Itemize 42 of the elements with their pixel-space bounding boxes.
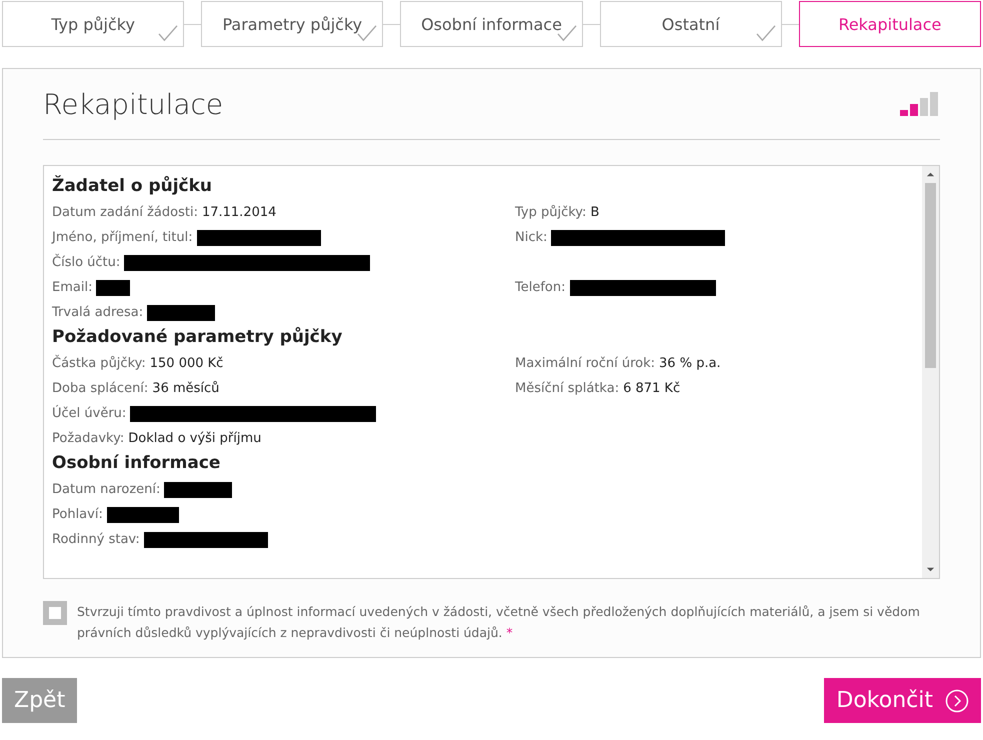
field-label: Doba splácení:	[52, 381, 148, 396]
field-label: Nick:	[515, 230, 548, 245]
step-tab[interactable]: Ostatní	[600, 1, 782, 47]
confirm-text: Stvrzuji tímto pravdivost a úplnost informací uvedených v žádosti, včetně všech předložených doplňujících materiálů, a jsem si vědom právních důsledků vyplývajících z nepravdivosti či neúplnosti údajů. *	[77, 603, 921, 642]
scroll-down-icon[interactable]	[926, 565, 935, 574]
field-label: Email:	[52, 280, 92, 295]
field-label: Rodinný stav:	[52, 532, 140, 547]
field-value: 6 871 Kč	[623, 381, 680, 396]
field-value: 36 % p.a.	[659, 356, 721, 371]
field-label: Číslo účtu:	[52, 255, 120, 270]
field-label: Požadavky:	[52, 431, 124, 446]
field-label: Trvalá adresa:	[52, 305, 144, 320]
field-value: B	[590, 205, 600, 220]
step-tab[interactable]: Rekapitulace	[798, 1, 982, 47]
field-label: Částka půjčky:	[52, 356, 146, 371]
arrow-circle-icon	[945, 688, 969, 712]
section-heading: Osobní informace	[52, 453, 222, 473]
field-label: Datum narození:	[52, 482, 160, 497]
step-tab[interactable]: Parametry půjčky	[201, 1, 384, 47]
field-label: Jméno, příjmení, titul:	[52, 230, 193, 245]
field-value: 17.11.2014	[202, 205, 276, 220]
field-label: Typ půjčky:	[515, 205, 586, 220]
step-tab[interactable]: Typ půjčky	[2, 1, 184, 47]
scroll-up-icon[interactable]	[926, 170, 935, 179]
field-value: Doklad o výši příjmu	[128, 431, 262, 446]
scrollbar[interactable]	[922, 166, 939, 578]
field-label: Účel úvěru:	[52, 406, 126, 421]
field-label: Telefon:	[515, 280, 566, 295]
field-label: Pohlaví:	[52, 507, 103, 522]
field-label: Měsíční splátka:	[515, 381, 620, 396]
step-tab[interactable]: Osobní informace	[400, 1, 583, 47]
page-title: Rekapitulace	[43, 88, 224, 120]
field-label: Maximální roční úrok:	[515, 356, 656, 371]
field-value: 36 měsíců	[152, 381, 220, 396]
check-icon	[754, 24, 777, 42]
field-value: 150 000 Kč	[150, 356, 224, 371]
finish-button[interactable]: Dokončit	[824, 678, 981, 723]
field-label: Datum zadání žádosti:	[52, 205, 198, 220]
section-heading: Žadatel o půjčku	[52, 176, 214, 196]
check-icon	[157, 24, 180, 42]
confirm-checkbox[interactable]	[43, 601, 67, 625]
section-heading: Požadované parametry půjčky	[52, 327, 344, 347]
